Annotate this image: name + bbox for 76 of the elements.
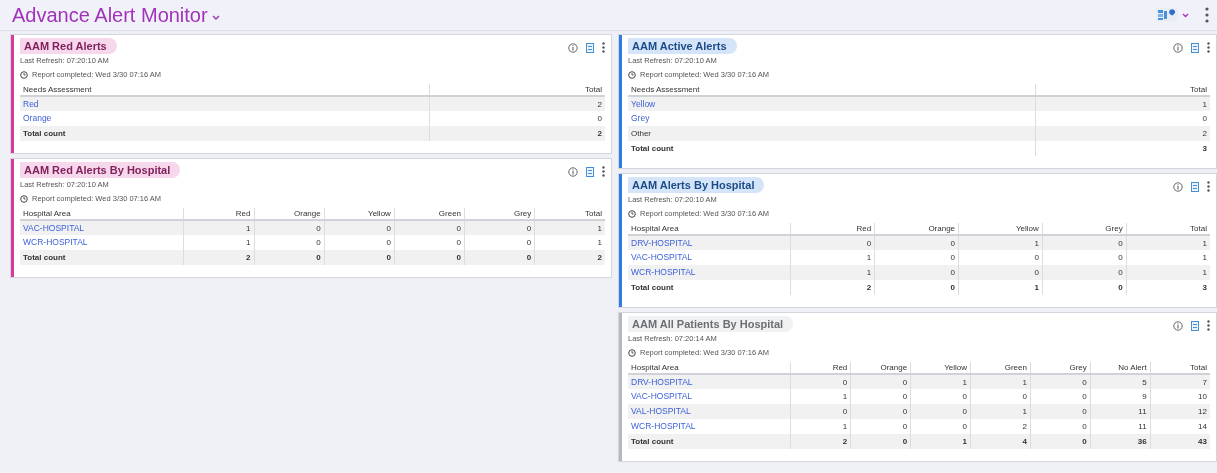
more-menu-icon[interactable]	[1207, 42, 1210, 53]
info-icon[interactable]	[1173, 320, 1183, 331]
hospital-link[interactable]: Red	[23, 98, 39, 109]
document-icon[interactable]	[586, 42, 594, 53]
document-icon[interactable]	[586, 166, 594, 177]
table-cell: 3	[1126, 280, 1210, 295]
more-menu-icon[interactable]	[1205, 7, 1209, 23]
document-icon[interactable]	[1191, 181, 1199, 192]
table-cell: 36	[1090, 434, 1151, 449]
table-cell: 0	[910, 404, 971, 419]
table-cell: 2	[183, 250, 254, 265]
table-cell: 2	[534, 250, 605, 265]
info-icon[interactable]	[568, 166, 578, 177]
table-cell: 0	[874, 265, 959, 280]
table-cell: 0	[958, 265, 1043, 280]
panel-title: AAM Alerts By Hospital	[628, 177, 765, 193]
hospital-link[interactable]: Yellow	[631, 98, 656, 109]
hospital-link[interactable]: VAC-HOSPITAL	[631, 391, 693, 401]
table-cell: 0	[790, 404, 851, 419]
row-label: Total count	[20, 126, 430, 141]
table-cell: 2	[790, 434, 851, 449]
hospital-link[interactable]: VAC-HOSPITAL	[631, 252, 693, 262]
table-cell: 0	[1042, 265, 1127, 280]
caret-icon[interactable]	[211, 15, 220, 21]
table-cell: 1	[958, 280, 1043, 295]
more-menu-icon[interactable]	[1207, 320, 1210, 331]
table-cell: 1	[790, 265, 875, 280]
clock-icon	[20, 195, 28, 203]
page-title: Advance Alert Monitor	[12, 3, 208, 28]
clock-icon	[628, 210, 636, 218]
table-cell: 0	[850, 434, 911, 449]
row-label: Total count	[628, 280, 791, 295]
clock-icon	[628, 349, 636, 357]
hospital-link[interactable]: WCR-HOSPITAL	[631, 421, 696, 431]
table-cell: 0	[324, 250, 395, 265]
table-cell: 2	[1035, 126, 1210, 141]
table-cell: 1	[970, 404, 1031, 419]
info-icon[interactable]	[1173, 42, 1183, 53]
more-menu-icon[interactable]	[602, 166, 605, 177]
table-cell: 11	[1090, 404, 1151, 419]
table-cell: 1	[1126, 265, 1210, 280]
table-cell: 0	[254, 250, 325, 265]
table-cell: 0	[850, 404, 911, 419]
clock-icon	[20, 71, 28, 79]
row-label: Total count	[628, 434, 791, 449]
table-cell: 0	[874, 280, 959, 295]
table-cell: 1	[910, 434, 971, 449]
panel-title: AAM Red Alerts	[20, 38, 117, 54]
hospital-link[interactable]: WCR-HOSPITAL	[23, 237, 88, 247]
more-menu-icon[interactable]	[1207, 181, 1210, 192]
more-menu-icon[interactable]	[602, 42, 605, 53]
panel-title: AAM All Patients By Hospital	[628, 316, 794, 332]
hospital-link[interactable]: Orange	[23, 113, 52, 123]
table-cell: 0	[1030, 404, 1091, 419]
table-cell: 0	[1030, 434, 1091, 449]
document-icon[interactable]	[1191, 320, 1199, 331]
row-label: Total count	[628, 141, 1036, 156]
hospital-link[interactable]: Grey	[631, 113, 650, 123]
table-cell: 43	[1150, 434, 1210, 449]
table-cell: 4	[970, 434, 1031, 449]
row-label: Total count	[20, 250, 184, 265]
row-label: Other	[628, 126, 1036, 141]
caret-icon[interactable]	[1182, 12, 1189, 18]
clock-icon	[628, 71, 636, 79]
info-icon[interactable]	[568, 42, 578, 53]
table-cell: 0	[464, 250, 535, 265]
table-cell: 2	[429, 126, 605, 141]
panel-title: AAM Red Alerts By Hospital	[20, 162, 181, 178]
info-icon[interactable]	[1173, 181, 1183, 192]
table-cell: 2	[790, 280, 875, 295]
table-cell: 0	[1042, 280, 1127, 295]
table-cell: 0	[394, 250, 465, 265]
document-icon[interactable]	[1191, 42, 1199, 53]
panel-title: AAM Active Alerts	[628, 38, 737, 54]
table-cell: 3	[1035, 141, 1210, 156]
table-cell: 12	[1150, 404, 1210, 419]
